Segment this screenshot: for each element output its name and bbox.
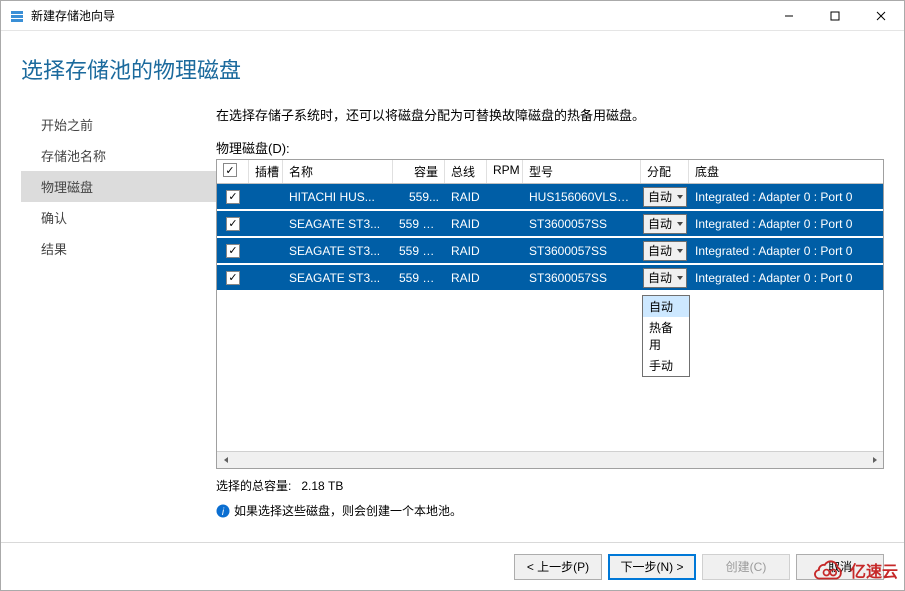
header-checkbox[interactable]: ✓ bbox=[217, 160, 249, 183]
wizard-footer: < 上一步(P) 下一步(N) > 创建(C) 取消 bbox=[1, 542, 904, 590]
cell-capacity: 559 GB bbox=[393, 217, 445, 231]
nav-before-begin[interactable]: 开始之前 bbox=[21, 109, 216, 140]
cell-chassis: Integrated : Adapter 0 : Port 0 bbox=[689, 244, 883, 258]
cell-capacity: 559 GB bbox=[393, 271, 445, 285]
disk-grid: ✓ 插槽 名称 容量 总线 RPM 型号 分配 底盘 ✓ bbox=[216, 159, 884, 469]
instruction-text: 在选择存储子系统时，还可以将磁盘分配为可替换故障磁盘的热备用磁盘。 bbox=[216, 105, 884, 124]
cell-name: SEAGATE ST3... bbox=[283, 271, 393, 285]
row-checkbox[interactable]: ✓ bbox=[226, 217, 240, 231]
row-checkbox[interactable]: ✓ bbox=[226, 190, 240, 204]
cell-chassis: Integrated : Adapter 0 : Port 0 bbox=[689, 271, 883, 285]
cell-bus: RAID bbox=[445, 217, 487, 231]
col-bus[interactable]: 总线 bbox=[445, 160, 487, 183]
cell-capacity: 559 GB bbox=[393, 244, 445, 258]
col-rpm[interactable]: RPM bbox=[487, 160, 523, 183]
table-row[interactable]: ✓ SEAGATE ST3... 559 GB RAID ST3600057SS… bbox=[217, 265, 883, 292]
cell-capacity: 559... bbox=[393, 190, 445, 204]
app-icon bbox=[9, 8, 25, 24]
info-icon: i bbox=[216, 504, 230, 518]
horizontal-scrollbar[interactable] bbox=[217, 451, 883, 468]
allocation-combo[interactable]: 自动 bbox=[643, 241, 687, 261]
summary-value: 2.18 TB bbox=[301, 479, 343, 493]
table-row[interactable]: ✓ SEAGATE ST3... 559 GB RAID ST3600057SS… bbox=[217, 211, 883, 238]
col-name[interactable]: 名称 bbox=[283, 160, 393, 183]
allocation-combo[interactable]: 自动 bbox=[643, 214, 687, 234]
col-allocation[interactable]: 分配 bbox=[641, 160, 689, 183]
cell-bus: RAID bbox=[445, 271, 487, 285]
info-text: 如果选择这些磁盘，则会创建一个本地池。 bbox=[234, 502, 462, 519]
wizard-nav: 开始之前 存储池名称 物理磁盘 确认 结果 bbox=[21, 105, 216, 542]
summary: 选择的总容量: 2.18 TB bbox=[216, 469, 884, 502]
allocation-dropdown[interactable]: 自动 热备用 手动 bbox=[642, 295, 690, 377]
col-chassis[interactable]: 底盘 bbox=[689, 160, 883, 183]
watermark: 亿速云 bbox=[812, 556, 898, 584]
window-controls bbox=[766, 1, 904, 30]
allocation-combo[interactable]: 自动 bbox=[643, 187, 687, 207]
nav-confirm[interactable]: 确认 bbox=[21, 202, 216, 233]
cloud-icon bbox=[812, 556, 846, 584]
nav-physical-disks[interactable]: 物理磁盘 bbox=[21, 171, 216, 202]
create-button: 创建(C) bbox=[702, 554, 790, 580]
wizard-window: 新建存储池向导 选择存储池的物理磁盘 开始之前 存储池名称 物理磁盘 确认 结果… bbox=[0, 0, 905, 591]
dropdown-option-hotspare[interactable]: 热备用 bbox=[643, 317, 689, 355]
cell-model: ST3600057SS bbox=[523, 244, 641, 258]
minimize-button[interactable] bbox=[766, 1, 812, 30]
table-row[interactable]: ✓ SEAGATE ST3... 559 GB RAID ST3600057SS… bbox=[217, 238, 883, 265]
nav-pool-name[interactable]: 存储池名称 bbox=[21, 140, 216, 171]
cell-model: ST3600057SS bbox=[523, 217, 641, 231]
cell-name: SEAGATE ST3... bbox=[283, 244, 393, 258]
main-panel: 在选择存储子系统时，还可以将磁盘分配为可替换故障磁盘的热备用磁盘。 物理磁盘(D… bbox=[216, 105, 884, 542]
close-button[interactable] bbox=[858, 1, 904, 30]
cell-model: ST3600057SS bbox=[523, 271, 641, 285]
col-model[interactable]: 型号 bbox=[523, 160, 641, 183]
grid-body: ✓ HITACHI HUS... 559... RAID HUS156060VL… bbox=[217, 184, 883, 451]
cell-chassis: Integrated : Adapter 0 : Port 0 bbox=[689, 190, 883, 204]
allocation-combo[interactable]: 自动 bbox=[643, 268, 687, 288]
row-checkbox[interactable]: ✓ bbox=[226, 244, 240, 258]
previous-button[interactable]: < 上一步(P) bbox=[514, 554, 602, 580]
page-title: 选择存储池的物理磁盘 bbox=[21, 53, 884, 85]
cell-chassis: Integrated : Adapter 0 : Port 0 bbox=[689, 217, 883, 231]
scroll-right-icon[interactable] bbox=[866, 452, 883, 469]
dropdown-option-manual[interactable]: 手动 bbox=[643, 355, 689, 376]
col-capacity[interactable]: 容量 bbox=[393, 160, 445, 183]
nav-results[interactable]: 结果 bbox=[21, 233, 216, 264]
watermark-text: 亿速云 bbox=[850, 558, 898, 582]
cell-name: SEAGATE ST3... bbox=[283, 217, 393, 231]
maximize-button[interactable] bbox=[812, 1, 858, 30]
cell-model: HUS156060VLS600 bbox=[523, 190, 641, 204]
cell-name: HITACHI HUS... bbox=[283, 190, 393, 204]
grid-header: ✓ 插槽 名称 容量 总线 RPM 型号 分配 底盘 bbox=[217, 160, 883, 184]
table-row[interactable]: ✓ HITACHI HUS... 559... RAID HUS156060VL… bbox=[217, 184, 883, 211]
grid-label: 物理磁盘(D): bbox=[216, 138, 884, 157]
cell-bus: RAID bbox=[445, 244, 487, 258]
dropdown-option-auto[interactable]: 自动 bbox=[643, 296, 689, 317]
scroll-left-icon[interactable] bbox=[217, 452, 234, 469]
next-button[interactable]: 下一步(N) > bbox=[608, 554, 696, 580]
wizard-body: 选择存储池的物理磁盘 开始之前 存储池名称 物理磁盘 确认 结果 在选择存储子系… bbox=[1, 31, 904, 542]
summary-label: 选择的总容量: bbox=[216, 479, 291, 493]
titlebar: 新建存储池向导 bbox=[1, 1, 904, 31]
col-slot[interactable]: 插槽 bbox=[249, 160, 283, 183]
row-checkbox[interactable]: ✓ bbox=[226, 271, 240, 285]
cell-bus: RAID bbox=[445, 190, 487, 204]
info-line: i 如果选择这些磁盘，则会创建一个本地池。 bbox=[216, 502, 884, 519]
window-title: 新建存储池向导 bbox=[31, 7, 766, 24]
